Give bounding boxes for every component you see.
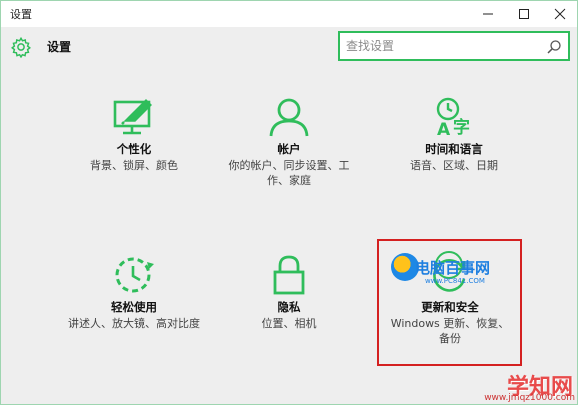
tile-description: 你的帐户、同步设置、工作、家庭 <box>228 159 350 187</box>
minimize-button[interactable] <box>471 1 505 27</box>
tile-ease-of-access[interactable]: 轻松使用 讲述人、放大镜、高对比度 <box>59 255 209 331</box>
window-title: 设置 <box>10 8 32 21</box>
svg-text:字: 字 <box>453 117 470 137</box>
watermark-pc841: 电脑百事网 www.PC841.COM <box>391 251 521 293</box>
minimize-icon <box>483 13 493 15</box>
title-bar: 设置 <box>1 1 577 27</box>
tile-description: 讲述人、放大镜、高对比度 <box>68 317 200 330</box>
tile-accounts[interactable]: 帐户 你的帐户、同步设置、工作、家庭 <box>214 97 364 188</box>
maximize-button[interactable] <box>507 1 541 27</box>
search-box[interactable] <box>338 31 570 61</box>
personalization-icon <box>113 99 152 135</box>
tile-time-language[interactable]: A 字 时间和语言 语音、区域、日期 <box>379 97 529 173</box>
tile-label: 时间和语言 <box>425 142 483 156</box>
tile-description: 位置、相机 <box>261 317 317 330</box>
tile-label: 帐户 <box>277 142 301 156</box>
tile-description: 语音、区域、日期 <box>410 159 498 172</box>
tile-label: 轻松使用 <box>111 300 157 314</box>
ease-of-access-icon <box>115 257 154 293</box>
tile-label: 隐私 <box>277 300 301 314</box>
time-language-icon: A 字 <box>436 97 470 137</box>
settings-header: 设置 <box>1 27 577 67</box>
account-icon <box>269 98 309 137</box>
svg-text:A: A <box>437 120 451 137</box>
settings-window: 设置 设置 查找设置 个性化 背景、锁屏、颜色 帐户 你的帐户、同步设置、工作、… <box>0 0 578 405</box>
search-input[interactable] <box>346 37 536 55</box>
watermark-site-url: www.PC841.COM <box>425 277 485 285</box>
close-icon <box>554 8 566 20</box>
search-icon[interactable] <box>545 38 563 56</box>
close-button[interactable] <box>543 1 577 27</box>
tile-privacy[interactable]: 隐私 位置、相机 <box>214 255 364 331</box>
watermark-site-url: www.jmqz1000.com <box>484 393 575 403</box>
tile-description: 背景、锁屏、颜色 <box>90 159 178 172</box>
privacy-lock-icon <box>273 255 305 295</box>
gear-icon <box>11 36 31 58</box>
watermark-jmqz: 学知网 www.jmqz1000.com <box>479 373 578 405</box>
maximize-icon <box>519 9 529 19</box>
tile-personalization[interactable]: 个性化 背景、锁屏、颜色 <box>59 97 209 173</box>
tile-label: 个性化 <box>116 142 152 156</box>
page-title: 设置 <box>47 40 72 54</box>
watermark-site-name: 电脑百事网 <box>415 259 491 277</box>
